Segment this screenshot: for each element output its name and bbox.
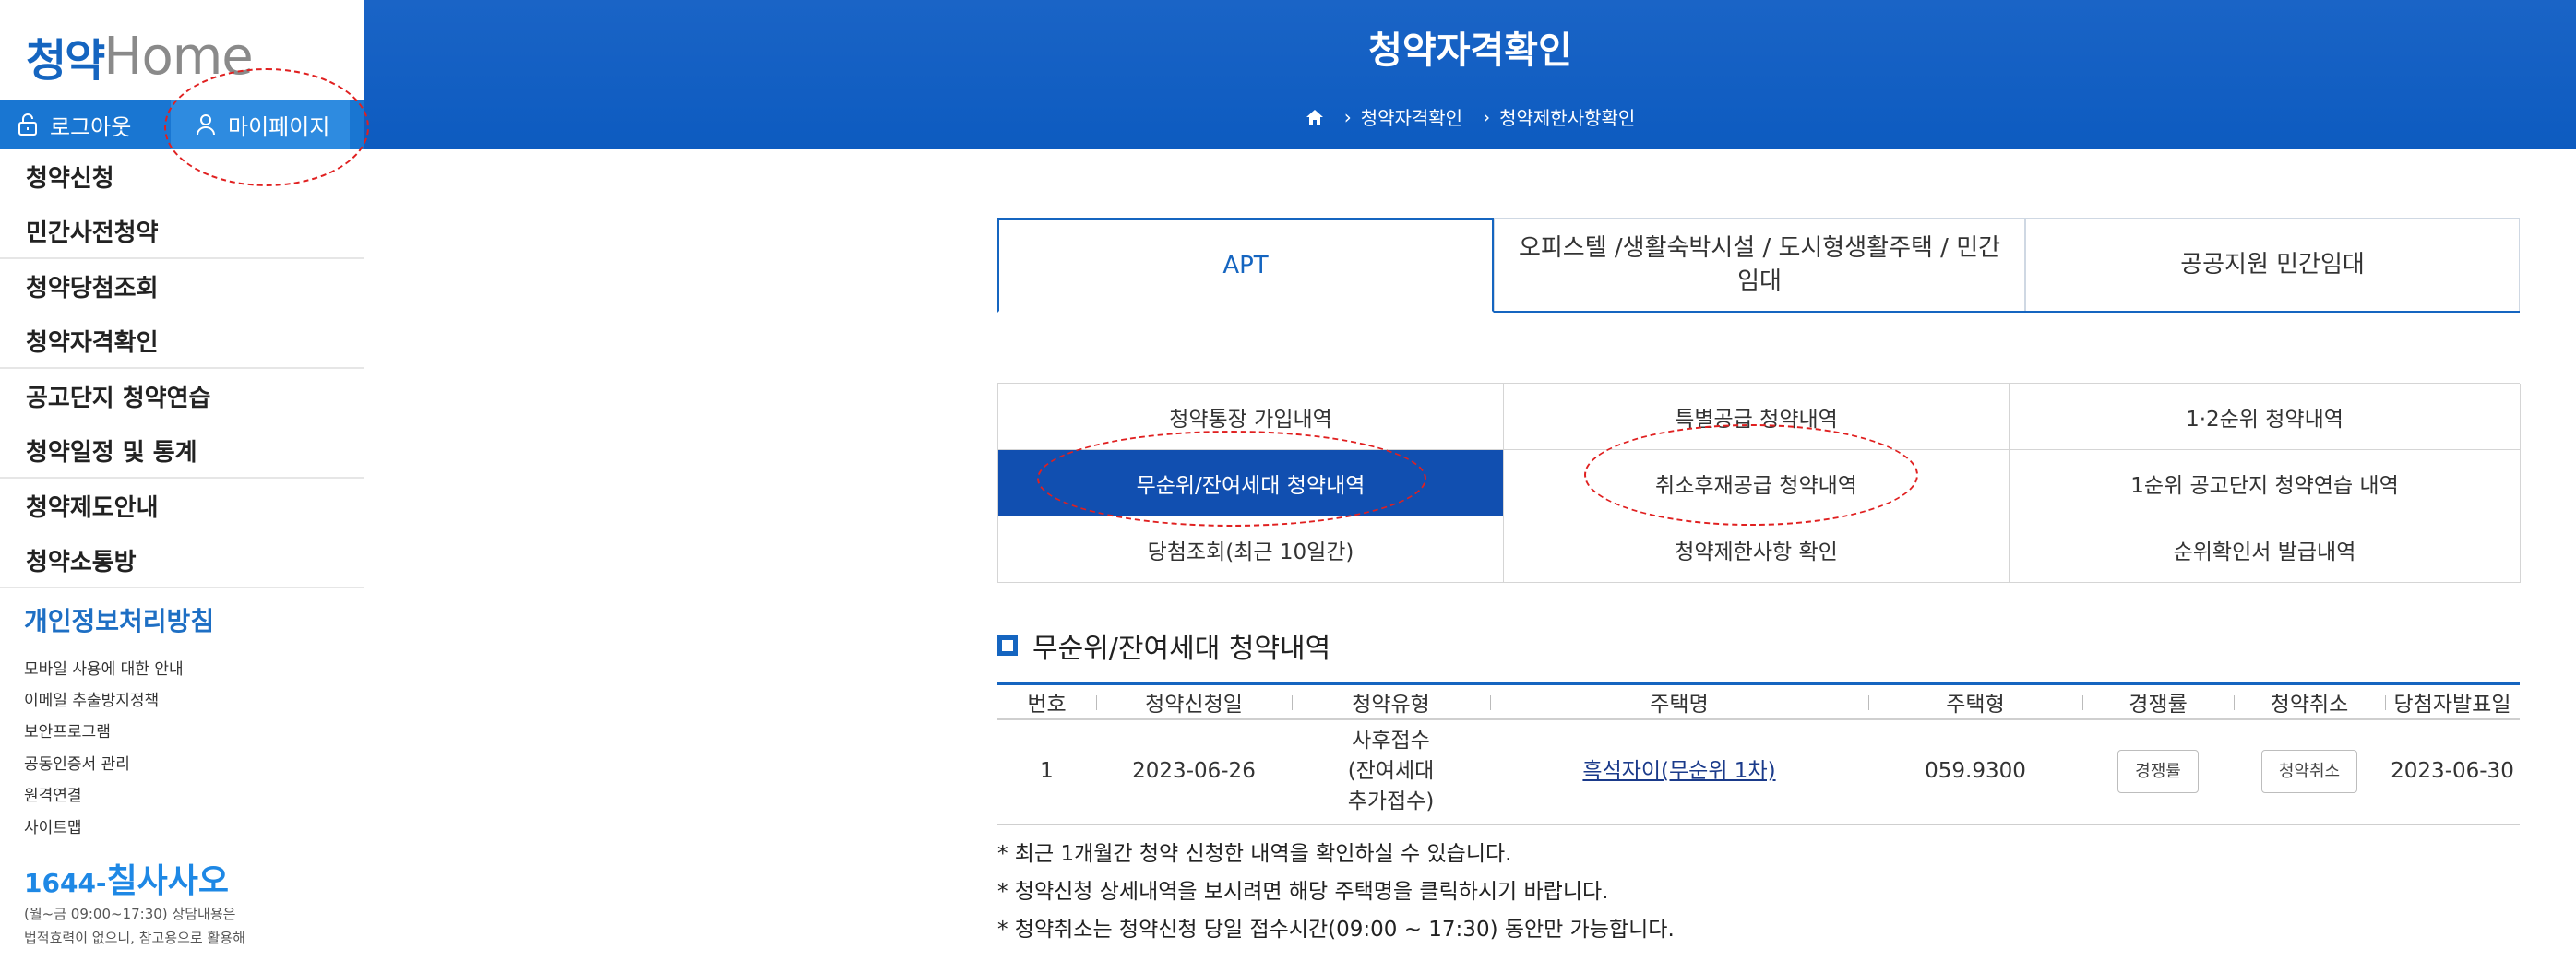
breadcrumb: › 청약자격확인 › 청약제한사항확인	[364, 103, 2576, 130]
chevron-right-icon: ›	[1343, 105, 1352, 128]
main-content: APT 오피스텔 /생활숙박시설 / 도시형생활주택 / 민간임대 공공지원 민…	[997, 218, 2521, 945]
logo-text-home: Home	[103, 26, 253, 87]
cell-type-line: (잔여세대	[1347, 759, 1435, 784]
call-center-note-2: 법적효력이 없으니, 참고용으로 활용해	[24, 930, 245, 946]
subtab-restriction-check[interactable]: 청약제한사항 확인	[1504, 516, 2010, 583]
result-table: 번호 청약신청일 청약유형 주택명 주택형 경쟁률 청약취소 당첨자발표일 1 …	[997, 682, 2520, 825]
column-header: 경쟁률	[2082, 682, 2234, 720]
subtab-practice-history[interactable]: 1순위 공고단지 청약연습 내역	[2010, 450, 2521, 516]
sidebar-item-schedule-stats[interactable]: 청약일정 및 통계	[0, 424, 364, 479]
sidebar-item-pre-subscription[interactable]: 민간사전청약	[0, 205, 364, 259]
column-header: 주택형	[1868, 682, 2082, 720]
page-title: 청약자격확인	[1368, 30, 1572, 72]
user-icon	[197, 114, 215, 136]
cell-type: 사후접수 (잔여세대 추가접수)	[1292, 718, 1490, 825]
cell-cancel: 청약취소	[2234, 718, 2385, 825]
footer-link-mobile-guide[interactable]: 모바일 사용에 대한 안내	[24, 651, 214, 682]
site-logo[interactable]: 청약 Home	[26, 24, 254, 89]
footer-link-remote[interactable]: 원격연결	[24, 778, 214, 810]
policy-links: 개인정보처리방침 모바일 사용에 대한 안내 이메일 추출방지정책 보안프로그램…	[24, 601, 214, 841]
subtab-unranked-remaining[interactable]: 무순위/잔여세대 청약내역	[998, 450, 1504, 516]
subtab-rank-certificate[interactable]: 순위확인서 발급내역	[2010, 516, 2521, 583]
breadcrumb-item-current[interactable]: 청약제한사항확인	[1499, 103, 1635, 130]
column-header: 청약유형	[1292, 682, 1490, 720]
house-name-link[interactable]: 흑석자이(무순위 1차)	[1582, 759, 1775, 783]
sidebar-item-guide[interactable]: 청약제도안내	[0, 479, 364, 534]
sidebar-item-community[interactable]: 청약소통방	[0, 534, 364, 588]
column-header: 번호	[997, 682, 1096, 720]
cancel-application-button[interactable]: 청약취소	[2260, 750, 2358, 794]
cell-apply-date: 2023-06-26	[1096, 718, 1292, 825]
cell-announce-date: 2023-06-30	[2385, 718, 2520, 825]
subtab-win-lookup[interactable]: 당첨조회(최근 10일간)	[998, 516, 1504, 583]
section-heading: 무순위/잔여세대 청약내역	[997, 625, 2520, 666]
sidebar-item-apply[interactable]: 청약신청	[0, 149, 364, 205]
column-header: 청약취소	[2234, 682, 2385, 720]
sidebar-item-eligibility[interactable]: 청약자격확인	[0, 314, 364, 369]
cell-house-name: 흑석자이(무순위 1차)	[1490, 718, 1868, 825]
sidebar-item-practice[interactable]: 공고단지 청약연습	[0, 369, 364, 424]
home-icon[interactable]	[1306, 109, 1324, 125]
side-menu: 청약신청 민간사전청약 청약당첨조회 청약자격확인 공고단지 청약연습 청약일정…	[0, 149, 364, 588]
call-center-phone: 1644-칠사사오	[24, 854, 245, 902]
column-header: 당첨자발표일	[2385, 682, 2520, 720]
cell-house-type: 059.9300	[1868, 718, 2082, 825]
cell-no: 1	[997, 718, 1096, 825]
column-header: 청약신청일	[1096, 682, 1292, 720]
logout-button[interactable]: 로그아웃	[17, 100, 131, 149]
note-text: * 청약취소는 청약신청 당일 접수시간(09:00 ~ 17:30) 동안만 …	[997, 917, 1675, 942]
subtab-account-history[interactable]: 청약통장 가입내역	[998, 384, 1504, 450]
tab-public-rental[interactable]: 공공지원 민간임대	[2025, 218, 2520, 311]
page-header: 청약자격확인 › 청약자격확인 › 청약제한사항확인	[364, 0, 2576, 149]
notes: * 최근 1개월간 청약 신청한 내역을 확인하실 수 있습니다. * 청약신청…	[997, 832, 2520, 945]
footer-link-sitemap[interactable]: 사이트맵	[24, 810, 214, 841]
logo-text-korean: 청약	[26, 35, 105, 87]
subtab-special-supply[interactable]: 특별공급 청약내역	[1504, 384, 2010, 450]
footer-link-email-policy[interactable]: 이메일 추출방지정책	[24, 682, 214, 714]
sidebar-item-win-lookup[interactable]: 청약당첨조회	[0, 259, 364, 314]
breadcrumb-item[interactable]: 청약자격확인	[1361, 103, 1462, 130]
competition-rate-button[interactable]: 경쟁률	[2117, 750, 2199, 794]
note-text: * 청약신청 상세내역을 보시려면 해당 주택명을 클릭하시기 바랍니다.	[997, 879, 1609, 904]
history-subtabs: 청약통장 가입내역 특별공급 청약내역 1·2순위 청약내역 무순위/잔여세대 …	[997, 383, 2521, 583]
cell-competition: 경쟁률	[2082, 718, 2234, 825]
subtab-rank-1-2[interactable]: 1·2순위 청약내역	[2010, 384, 2521, 450]
call-center-prefix: 1644-	[24, 868, 107, 898]
table-row: 1 2023-06-26 사후접수 (잔여세대 추가접수) 흑석자이(무순위 1…	[997, 718, 2520, 825]
tab-officetel[interactable]: 오피스텔 /생활숙박시설 / 도시형생활주택 / 민간임대	[1494, 218, 2025, 311]
tab-apt[interactable]: APT	[997, 218, 1494, 313]
sidebar: 청약 Home 로그아웃 마이페이지 청약신청 민간사전청약 청약당첨조회 청약…	[0, 0, 364, 961]
column-header: 주택명	[1490, 682, 1868, 720]
mypage-label: 마이페이지	[228, 113, 330, 140]
lock-icon	[18, 113, 37, 136]
footer-link-certificate[interactable]: 공동인증서 관리	[24, 746, 214, 777]
subtab-cancel-resupply[interactable]: 취소후재공급 청약내역	[1504, 450, 2010, 516]
section-title: 무순위/잔여세대 청약내역	[1032, 633, 1331, 665]
housing-type-tabs: APT 오피스텔 /생활숙박시설 / 도시형생활주택 / 민간임대 공공지원 민…	[997, 218, 2520, 313]
cell-type-line: 사후접수	[1352, 729, 1430, 753]
chevron-right-icon: ›	[1483, 105, 1491, 128]
call-center: 1644-칠사사오 (월~금 09:00~17:30) 상담내용은 법적효력이 …	[24, 854, 245, 950]
note-text: * 최근 1개월간 청약 신청한 내역을 확인하실 수 있습니다.	[997, 841, 1512, 866]
call-center-name: 칠사사오	[106, 862, 230, 900]
footer-link-security-program[interactable]: 보안프로그램	[24, 715, 214, 746]
privacy-policy-link[interactable]: 개인정보처리방침	[24, 601, 214, 638]
logout-label: 로그아웃	[50, 113, 132, 140]
square-bullet-icon	[997, 635, 1018, 656]
call-center-note: (월~금 09:00~17:30) 상담내용은	[24, 906, 236, 922]
mypage-button[interactable]: 마이페이지	[171, 100, 351, 149]
table-header-row: 번호 청약신청일 청약유형 주택명 주택형 경쟁률 청약취소 당첨자발표일	[997, 682, 2520, 720]
cell-type-line: 추가접수)	[1347, 789, 1435, 814]
auth-bar: 로그아웃 마이페이지	[0, 100, 364, 149]
